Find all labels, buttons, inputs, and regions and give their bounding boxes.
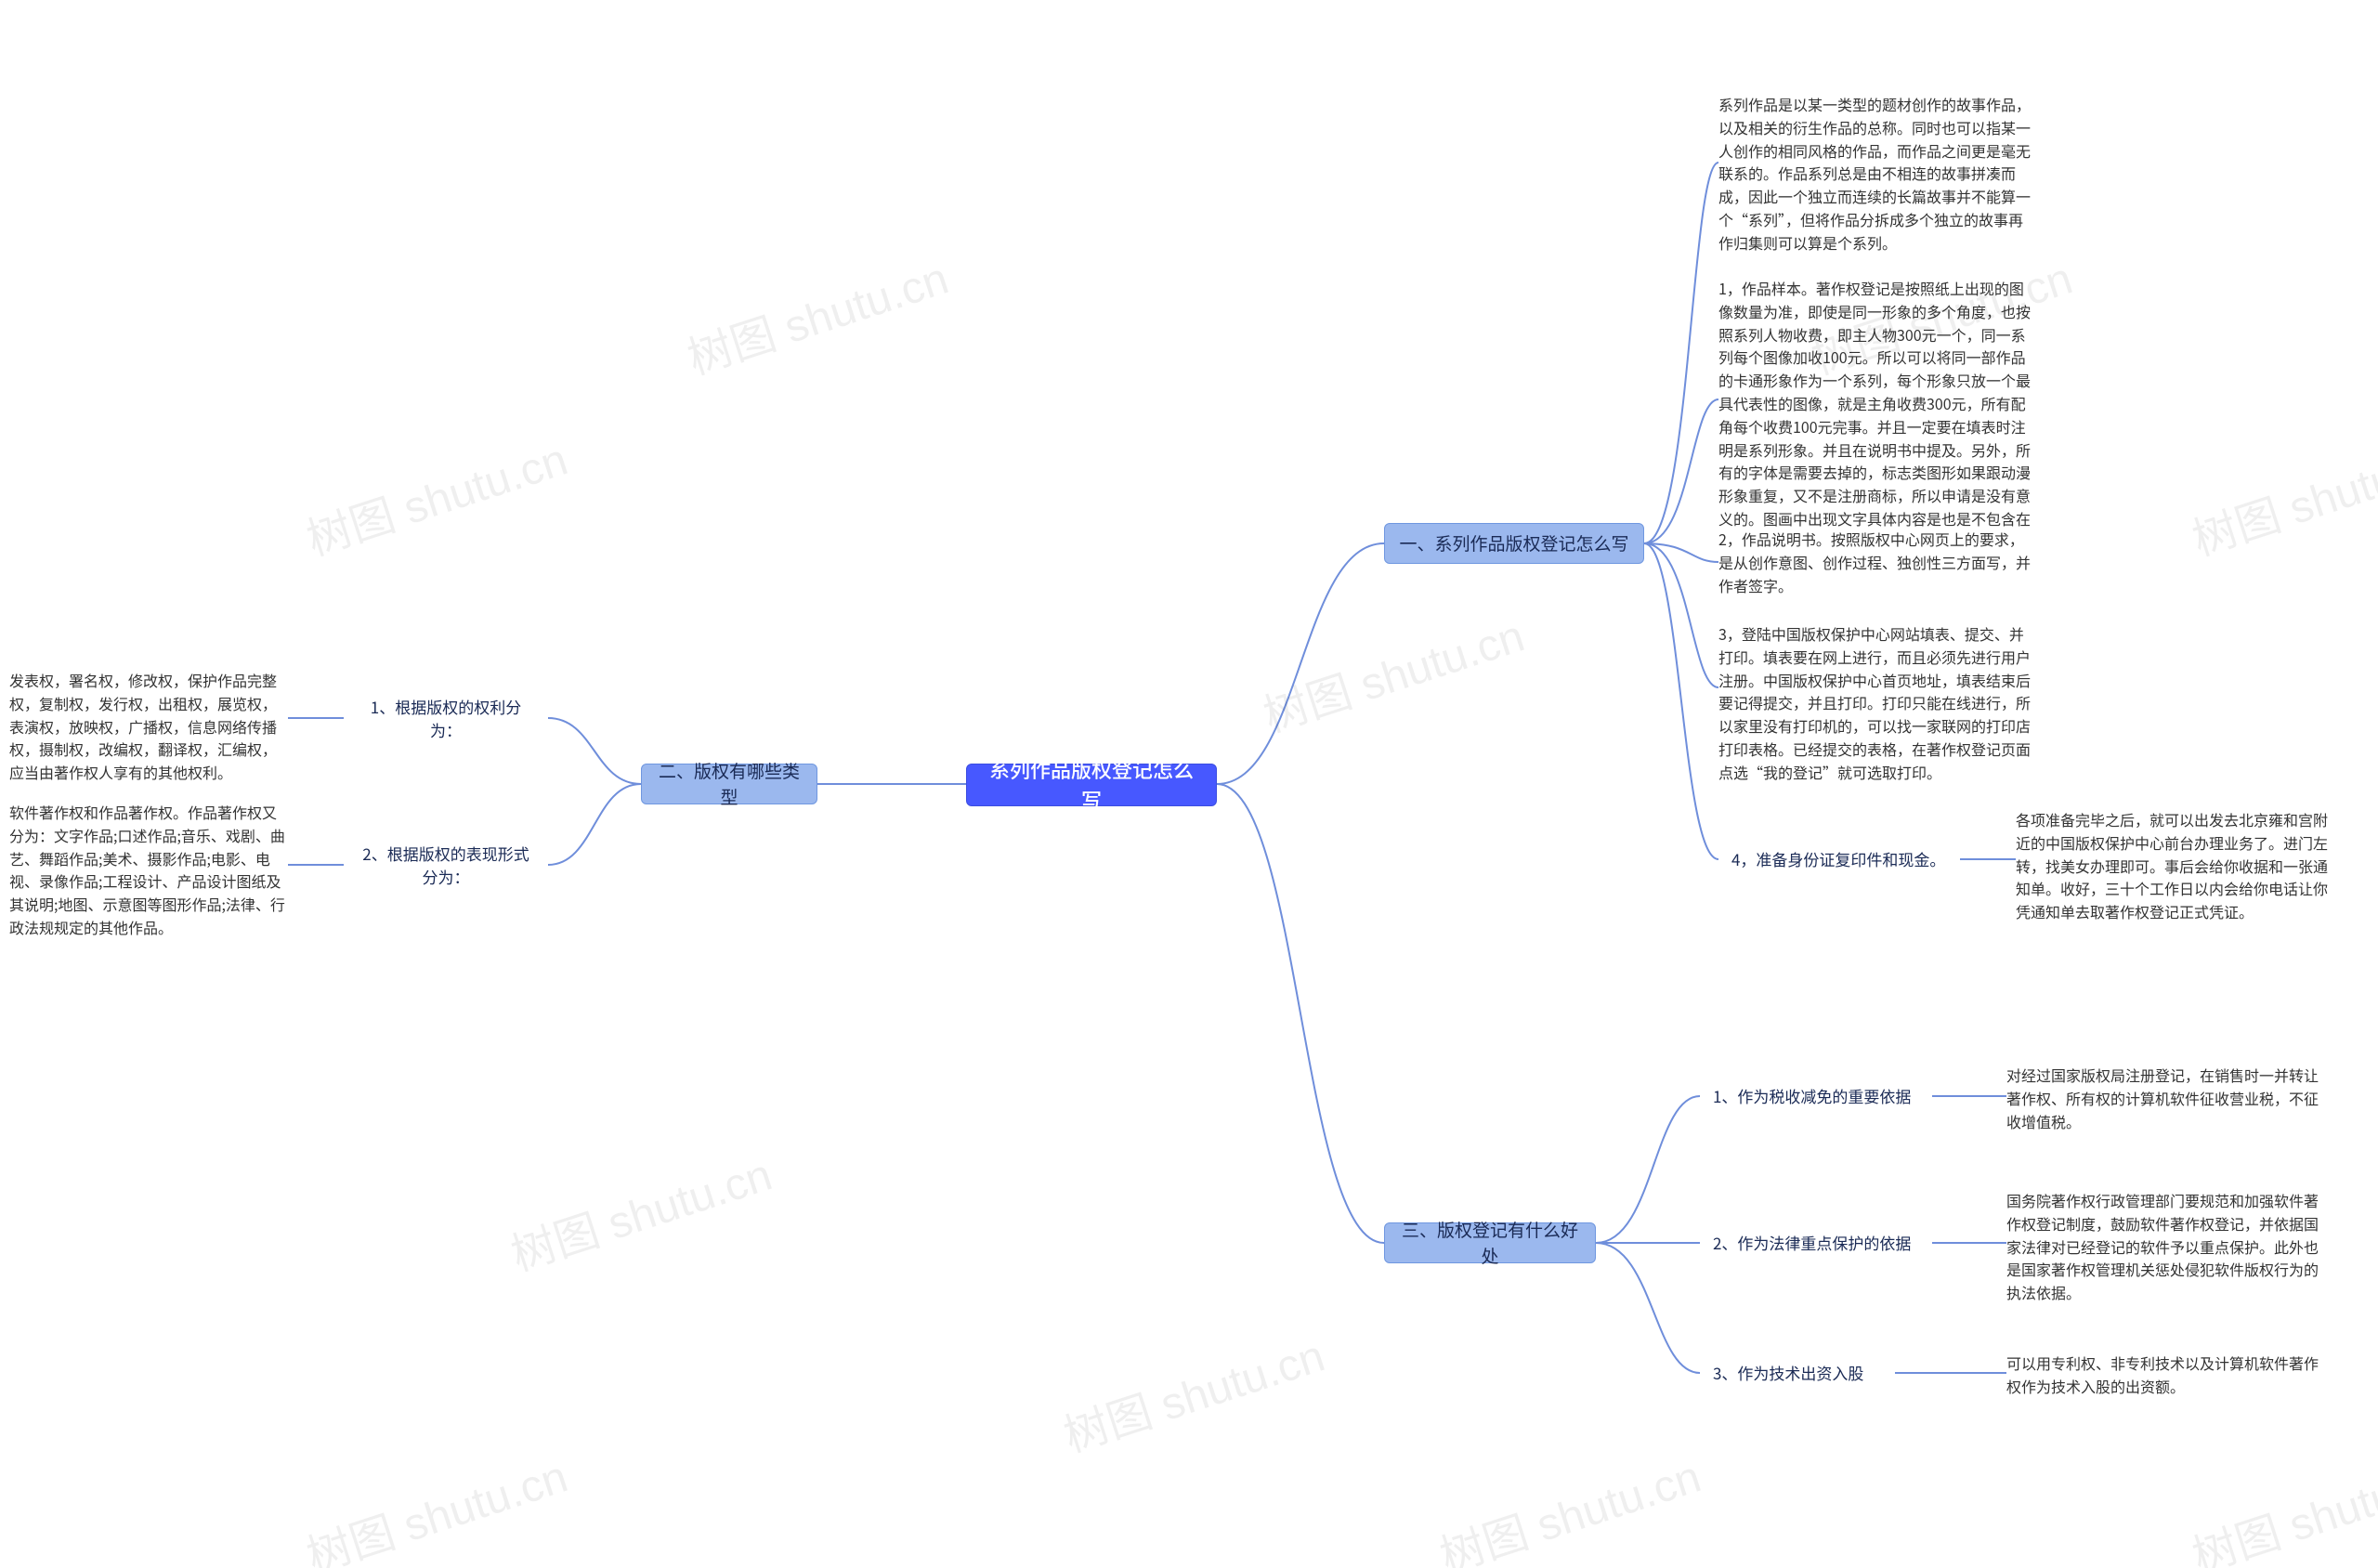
watermark: 树图 shutu.cn <box>2183 423 2378 568</box>
branch-1-child-5-text: 各项准备完毕之后，就可以出发去北京雍和宫附近的中国版权保护中心前台办理业务了。进… <box>2016 808 2332 923</box>
watermark: 树图 shutu.cn <box>1431 1440 1707 1568</box>
branch-3-child-2-label[interactable]: 2、作为法律重点保护的依据 <box>1700 1229 1932 1257</box>
root-node[interactable]: 系列作品版权登记怎么写 <box>966 764 1217 806</box>
branch-3-child-3-text: 可以用专利权、非专利技术以及计算机软件著作权作为技术入股的出资额。 <box>2006 1352 2322 1398</box>
branch-2-child-1-text: 发表权，署名权，修改权，保护作品完整权，复制权，发行权，出租权，展览权，表演权，… <box>9 669 288 784</box>
branch-3-child-2-text: 国务院著作权行政管理部门要规范和加强软件著作权登记制度，鼓励软件著作权登记，并依… <box>2006 1189 2322 1304</box>
branch-2-child-2-label[interactable]: 2、根据版权的表现形式分为： <box>344 851 548 879</box>
watermark: 树图 shutu.cn <box>502 1138 778 1283</box>
branch-3[interactable]: 三、版权登记有什么好处 <box>1384 1222 1596 1263</box>
watermark: 树图 shutu.cn <box>297 423 574 568</box>
branch-3-child-1-text: 对经过国家版权局注册登记，在销售时一并转让著作权、所有权的计算机软件征收营业税，… <box>2006 1064 2322 1132</box>
branch-1-child-3: 2，作品说明书。按照版权中心网页上的要求，是从创作意图、创作过程、独创性三方面写… <box>1718 528 2034 596</box>
branch-1[interactable]: 一、系列作品版权登记怎么写 <box>1384 523 1644 564</box>
watermark: 树图 shutu.cn <box>297 1440 574 1568</box>
branch-2-child-2-text: 软件著作权和作品著作权。作品著作权又分为：文字作品;口述作品;音乐、戏剧、曲艺、… <box>9 801 288 939</box>
watermark: 树图 shutu.cn <box>678 242 955 386</box>
branch-3-child-1-label[interactable]: 1、作为税收减免的重要依据 <box>1700 1082 1932 1110</box>
branch-2[interactable]: 二、版权有哪些类型 <box>641 764 817 804</box>
watermark: 树图 shutu.cn <box>2183 1440 2378 1568</box>
branch-1-child-2: 1，作品样本。著作权登记是按照纸上出现的图像数量为准，即使是同一形象的多个角度，… <box>1718 277 2034 554</box>
branch-2-child-1-label[interactable]: 1、根据版权的权利分为： <box>344 704 548 732</box>
branch-1-child-5-label[interactable]: 4，准备身份证复印件和现金。 <box>1718 845 1960 873</box>
watermark: 树图 shutu.cn <box>1254 599 1531 744</box>
branch-1-child-1: 系列作品是以某一类型的题材创作的故事作品，以及相关的衍生作品的总称。同时也可以指… <box>1718 93 2034 255</box>
branch-1-child-4: 3，登陆中国版权保护中心网站填表、提交、并打印。填表要在网上进行，而且必须先进行… <box>1718 622 2034 784</box>
branch-3-child-3-label[interactable]: 3、作为技术出资入股 <box>1700 1359 1895 1387</box>
watermark: 树图 shutu.cn <box>1054 1319 1331 1464</box>
